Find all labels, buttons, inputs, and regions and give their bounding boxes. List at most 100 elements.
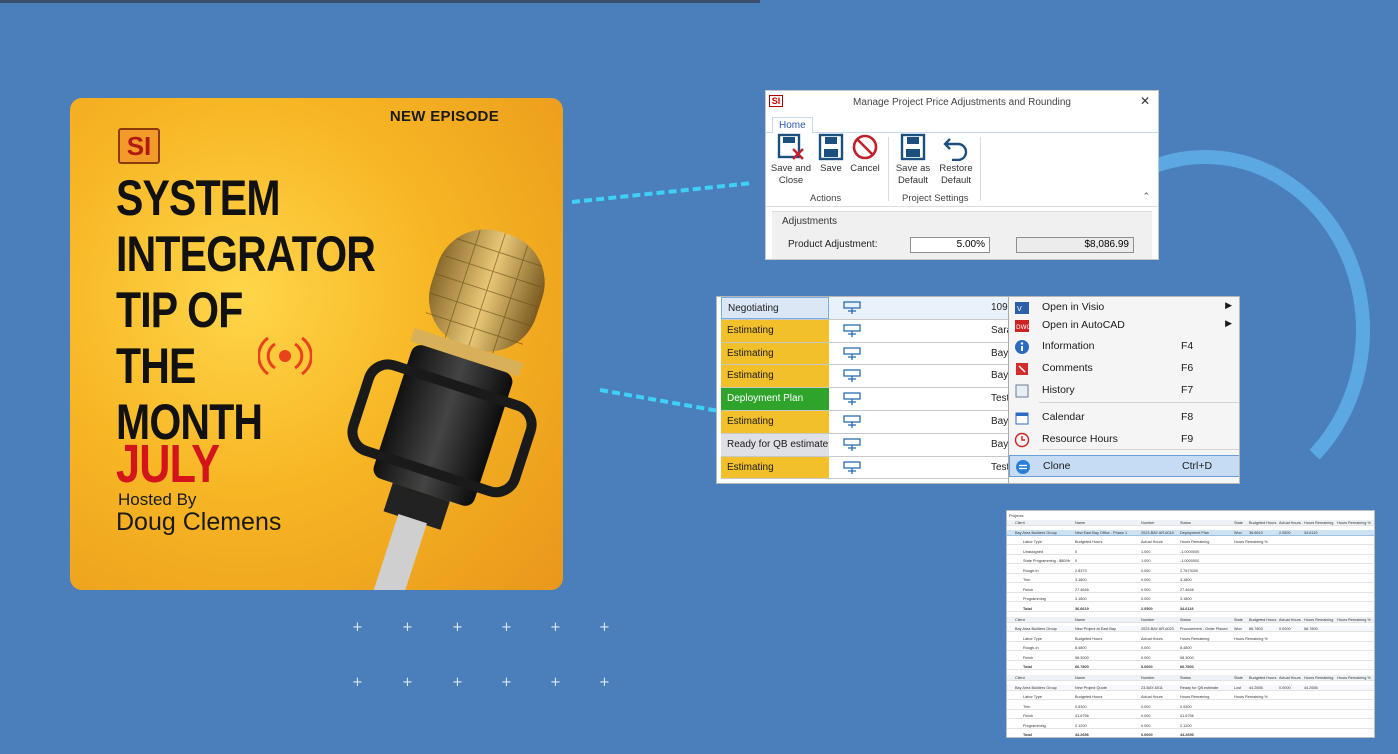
save-icon: [818, 133, 844, 161]
menu-item-resource-hours[interactable]: Resource Hours F9: [1009, 429, 1239, 451]
report-row: Client Name Number Status State Budgeted Hour…: [1007, 616, 1374, 623]
report-row: Total 44.2656 0.0000 44.2656: [1007, 732, 1374, 737]
si-logo: SI: [118, 128, 160, 164]
table-row[interactable]: Estimating Bay: [721, 365, 1021, 389]
report-cell: 3.1800: [1075, 578, 1087, 582]
cancel-button[interactable]: Cancel: [844, 133, 886, 175]
deploy-icon: [843, 460, 861, 474]
report-cell: Status: [1180, 617, 1191, 622]
menu-item-clone[interactable]: Clone Ctrl+D: [1009, 455, 1239, 477]
menu-item-shortcut: F8: [1181, 411, 1194, 423]
deploy-icon: [843, 301, 861, 314]
projects-report: Projects Client Name Number Status State Budg…: [1006, 510, 1375, 738]
table-row[interactable]: Estimating Sara: [721, 319, 1021, 343]
report-cell: 58.3000: [1180, 655, 1194, 660]
menu-item-label: Comments: [1042, 362, 1093, 374]
report-cell: Client: [1015, 617, 1025, 622]
report-cell: Number: [1141, 676, 1155, 680]
report-cell: State: [1234, 676, 1243, 680]
report-row: Labor Type Budgeted Hours Actual Hours Hour…: [1007, 539, 1374, 546]
report-cell: Budgeted Hours: [1249, 521, 1277, 525]
report-cell: Won: [1234, 530, 1242, 535]
report-cell: 0.000: [1141, 646, 1151, 650]
tab-home[interactable]: Home: [772, 117, 813, 134]
close-icon[interactable]: ✕: [1140, 94, 1150, 108]
adjustments-panel: Adjustments Product Adjustment: 5.00% $8…: [772, 211, 1152, 259]
report-row: Programming 2.1200 0.000 2.1200: [1007, 723, 1374, 729]
restore-default-button[interactable]: Restore Default: [935, 133, 977, 187]
report-cell: 0: [1075, 559, 1078, 563]
report-cell: Hours Remaining %: [1234, 695, 1268, 699]
table-row[interactable]: Negotiating 1092: [721, 297, 1021, 320]
visio-icon: V: [1015, 302, 1029, 314]
report-cell: Bay Area Builders Group: [1015, 530, 1057, 535]
report-cell: 0.000: [1141, 714, 1151, 718]
table-row[interactable]: Ready for QB estimate Bay: [721, 433, 1021, 457]
report-row: Finish 27.4646 0.000 27.4646: [1007, 587, 1374, 593]
report-cell: Hours Remaining: [1180, 540, 1210, 544]
menu-item-history[interactable]: History F7: [1009, 380, 1239, 402]
report-cell: Total: [1023, 665, 1032, 669]
name-cell: Bay: [991, 415, 1009, 427]
project-settings-group-label: Project Settings: [902, 193, 969, 204]
table-row[interactable]: Estimating Bay: [721, 342, 1021, 366]
top-divider: [0, 0, 760, 3]
clone-icon: [1016, 460, 1030, 474]
collapse-ribbon-icon[interactable]: ⌃: [1142, 191, 1150, 202]
menu-item-comments[interactable]: Comments F6: [1009, 358, 1239, 380]
report-row: Labor Type Budgeted Hours Actual Hours Hour…: [1007, 636, 1374, 642]
report-cell: 36.6619: [1075, 606, 1089, 611]
report-row: Bay Area Builders Group New East Bay Offi…: [1007, 529, 1374, 536]
report-cell: Actual Hours: [1141, 695, 1163, 699]
report-cell: 34.6119: [1304, 530, 1318, 535]
product-adjustment-amount: $8,086.99: [1016, 237, 1134, 253]
report-cell: Name: [1075, 676, 1086, 680]
report-cell: 0.5300: [1180, 704, 1192, 709]
status-cell: Estimating: [721, 456, 829, 479]
table-row[interactable]: Deployment Plan Test: [721, 388, 1021, 411]
report-cell: -1.0000000: [1180, 559, 1200, 563]
report-cell: Hours Remaining: [1180, 636, 1210, 641]
menu-item-calendar[interactable]: Calendar F8: [1009, 407, 1239, 429]
status-cell: Estimating: [721, 342, 829, 365]
report-cell: 66.7800: [1249, 627, 1263, 631]
report-cell: 66.7800: [1180, 665, 1194, 669]
report-cell: 44.2656: [1304, 685, 1318, 690]
deploy-icon: [843, 438, 861, 451]
save-as-default-button[interactable]: Save as Default: [892, 133, 934, 187]
report-cell: Procurement - Order Placed: [1180, 627, 1228, 631]
report-cell: 27.4646: [1180, 587, 1194, 592]
report-row: Client Name Number Status State Budgeted Hour…: [1007, 675, 1374, 682]
save-close-icon: [777, 133, 804, 160]
adjustments-label: Adjustments: [782, 216, 838, 227]
report-cell: Programming: [1023, 723, 1046, 728]
menu-item-shortcut: Ctrl+D: [1182, 460, 1213, 472]
report-cell: Rough-In: [1023, 568, 1039, 573]
report-row: Finish 58.3000 0.000 58.3000: [1007, 655, 1374, 661]
report-cell: Hours Remaining: [1304, 676, 1334, 680]
report-cell: Actual Hours: [1141, 636, 1163, 641]
report-row: Rough-In 2.8373 0.050 2.7873000: [1007, 568, 1374, 574]
menu-item-information[interactable]: Information F4: [1009, 336, 1239, 358]
report-cell: 36.6619: [1249, 530, 1263, 535]
report-row: Finish 41.6756 0.000 41.6756: [1007, 713, 1374, 720]
menu-item-open-in-autocad[interactable]: DWG Open in AutoCAD ▶: [1009, 315, 1239, 337]
history-icon: [1015, 384, 1029, 398]
save-and-close-button[interactable]: Save and Close: [770, 133, 812, 187]
report-cell: 0.0000: [1279, 627, 1291, 631]
report-cell: 1.000: [1141, 549, 1151, 554]
table-row[interactable]: Estimating Test: [721, 456, 1021, 480]
svg-text:DWG: DWG: [1016, 324, 1030, 331]
report-cell: 3.1800: [1180, 597, 1192, 601]
product-adjustment-input[interactable]: 5.00%: [910, 237, 990, 253]
report-cell: 3.1800: [1180, 578, 1192, 582]
decorative-plus-grid: + + + + + + + + + + + +: [352, 620, 610, 690]
report-cell: Unassigned: [1023, 549, 1044, 554]
table-row[interactable]: Estimating Bay: [721, 410, 1021, 434]
report-cell: Hours Remaining %: [1234, 540, 1268, 544]
report-cell: Name: [1075, 521, 1086, 525]
report-cell: Name: [1075, 617, 1086, 622]
report-cell: New East Bay Office - Phase 1: [1075, 530, 1128, 535]
menu-item-label: Resource Hours: [1042, 433, 1118, 445]
report-row: Bay Area Builders Group New Project Quote…: [1007, 684, 1374, 691]
